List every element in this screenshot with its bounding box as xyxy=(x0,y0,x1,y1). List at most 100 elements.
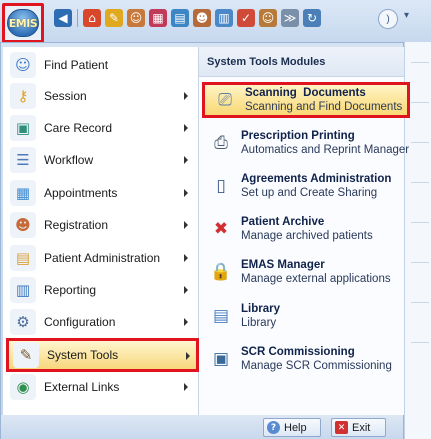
application-menu: ☺ Find Patient ⚷ Session ▣ Care Record ☰ Workfl… xyxy=(0,42,410,439)
refresh-icon[interactable]: ↻ xyxy=(303,9,321,27)
appointments-icon: ▦ xyxy=(10,180,36,206)
submenu-item-title: Agreements Administration xyxy=(241,173,392,185)
submenu-item-description: Manage external applications xyxy=(241,273,391,285)
menu-item-label: System Tools xyxy=(47,348,119,362)
menu-item-label: Appointments xyxy=(44,186,118,200)
submenu-item-prescription-printing[interactable]: ⎙ Prescription Printing Automatics and Rep… xyxy=(201,123,409,163)
submenu-item-description: Manage archived patients xyxy=(241,230,373,242)
app-menu-button[interactable]: EMIS xyxy=(2,3,44,43)
submenu-arrow-icon xyxy=(184,383,188,391)
menu-item-external-links[interactable]: ◉ External Links xyxy=(6,372,196,402)
monitor-icon[interactable]: ▤ xyxy=(171,9,189,27)
patient-admin-icon: ▤ xyxy=(10,245,36,271)
submenu-item-description: Scanning and Find Documents xyxy=(245,101,403,113)
find-patient-icon: ☺ xyxy=(10,52,36,78)
submenu-arrow-icon xyxy=(184,286,188,294)
submenu-item-agreements-administration[interactable]: ▯ Agreements Administration Set up and Cre… xyxy=(201,166,404,206)
home-icon[interactable]: ⌂ xyxy=(83,9,101,27)
library-icon: ▤ xyxy=(212,306,230,326)
submenu-arrow-icon xyxy=(184,156,188,164)
menu-item-label: Care Record xyxy=(44,121,113,135)
menu-item-session[interactable]: ⚷ Session xyxy=(6,81,196,111)
menu-item-label: Patient Administration xyxy=(44,251,161,265)
submenu-arrow-icon xyxy=(186,352,190,360)
globe-icon: ◉ xyxy=(10,374,36,400)
chart-icon[interactable]: ✓ xyxy=(237,9,255,27)
menu-item-registration[interactable]: ☻ Registration xyxy=(6,210,196,240)
menu-item-workflow[interactable]: ☰ Workflow xyxy=(6,145,196,175)
menu-item-label: Session xyxy=(44,89,87,103)
submenu-item-description: Automatics and Reprint Manager xyxy=(241,144,410,156)
archive-patient-icon: ✖ xyxy=(213,219,229,239)
workflow-icon: ☰ xyxy=(10,147,36,173)
system-tools-submenu: System Tools Modules ⎚ Scanning Documents… xyxy=(199,47,410,415)
lock-icon: 🔒 xyxy=(210,262,232,282)
submenu-arrow-icon xyxy=(184,92,188,100)
submenu-arrow-icon xyxy=(184,318,188,326)
submenu-item-patient-archive[interactable]: ✖ Patient Archive Manage archived patients xyxy=(201,209,404,249)
submenu-item-title: Library xyxy=(241,303,280,315)
menu-item-care-record[interactable]: ▣ Care Record xyxy=(6,113,196,143)
menu-item-label: Workflow xyxy=(44,153,94,167)
book-icon: ▯ xyxy=(216,176,226,196)
scanner-icon: ⎚ xyxy=(218,90,232,110)
menu-item-reporting[interactable]: ▥ Reporting xyxy=(6,275,196,305)
quick-access-icons: ◀ ⌂ ✎ ☺ ▦ ▤ ☻ ▥ ✓ ☺ ≫ ↻ xyxy=(52,6,372,30)
submenu-arrow-icon xyxy=(184,221,188,229)
submenu-item-scanning-documents[interactable]: ⎚ Scanning Documents Scanning and Find Doc… xyxy=(202,82,410,118)
key-icon: ⚷ xyxy=(10,83,36,109)
menu-footer: ? Help ✕ Exit xyxy=(1,415,403,439)
care-record-icon: ▣ xyxy=(10,115,36,141)
menu-item-label: Find Patient xyxy=(44,58,109,72)
submenu-item-title: Prescription Printing xyxy=(241,130,355,142)
menu-item-label: External Links xyxy=(44,380,120,394)
menu-item-label: Reporting xyxy=(44,283,97,297)
menu-item-configuration[interactable]: ⚙ Configuration xyxy=(6,307,196,337)
submenu-header: System Tools Modules xyxy=(199,47,404,77)
quick-access-toolbar: EMIS ◀ ⌂ ✎ ☺ ▦ ▤ ☻ ▥ ✓ ☺ ≫ ↻ ) ▾ xyxy=(0,0,431,43)
forward-icon[interactable]: ≫ xyxy=(281,9,299,27)
logo-text: EMIS xyxy=(8,16,38,30)
exit-button[interactable]: ✕ Exit xyxy=(331,418,386,437)
calendar-icon[interactable]: ▦ xyxy=(149,9,167,27)
help-button[interactable]: ? Help xyxy=(263,418,321,437)
person-icon[interactable]: ☺ xyxy=(127,9,145,27)
submenu-item-title: Patient Archive xyxy=(241,216,325,228)
configuration-icon: ⚙ xyxy=(10,309,36,335)
submenu-item-description: Set up and Create Sharing xyxy=(241,187,378,199)
submenu-arrow-icon xyxy=(184,189,188,197)
people-icon[interactable]: ☻ xyxy=(193,9,211,27)
help-label: Help xyxy=(284,421,307,434)
pencil-icon: ✎ xyxy=(13,342,39,368)
toolbar-separator xyxy=(77,9,78,27)
menu-item-label: Registration xyxy=(44,218,109,232)
submenu-item-description: Manage SCR Commissioning xyxy=(241,360,392,372)
pencil-icon[interactable]: ✎ xyxy=(105,9,123,27)
back-icon[interactable]: ◀ xyxy=(54,9,72,27)
submenu-item-title: EMAS Manager xyxy=(241,259,325,271)
submenu-item-title: SCR Commissioning xyxy=(241,346,355,358)
submenu-item-library[interactable]: ▤ Library Library xyxy=(201,296,404,336)
user-card-icon[interactable]: ☺ xyxy=(259,9,277,27)
menu-item-find-patient[interactable]: ☺ Find Patient xyxy=(6,50,196,80)
menu-item-appointments[interactable]: ▦ Appointments xyxy=(6,178,196,208)
menu-item-patient-administration[interactable]: ▤ Patient Administration xyxy=(6,243,196,273)
registration-icon: ☻ xyxy=(10,212,36,238)
exit-icon: ✕ xyxy=(335,421,348,434)
help-icon: ? xyxy=(267,421,280,434)
menu-item-system-tools[interactable]: ✎ System Tools xyxy=(6,338,199,372)
scr-icon: ▣ xyxy=(212,349,230,369)
reporting-icon: ▥ xyxy=(10,277,36,303)
main-menu-list: ☺ Find Patient ⚷ Session ▣ Care Record ☰ Workfl… xyxy=(3,47,199,415)
exit-label: Exit xyxy=(352,421,371,434)
printer-icon: ⎙ xyxy=(214,133,228,153)
emis-logo-icon: EMIS xyxy=(7,9,39,37)
submenu-item-description: Library xyxy=(241,317,277,329)
toolbar-end-cap: ) xyxy=(378,9,398,29)
customize-toolbar-icon[interactable]: ▾ xyxy=(404,10,409,21)
submenu-item-emas-manager[interactable]: 🔒 EMAS Manager Manage external application… xyxy=(201,252,404,292)
submenu-item-scr-commissioning[interactable]: ▣ SCR Commissioning Manage SCR Commissioni… xyxy=(201,339,404,379)
report-icon[interactable]: ▥ xyxy=(215,9,233,27)
submenu-arrow-icon xyxy=(184,254,188,262)
menu-item-label: Configuration xyxy=(44,315,116,329)
